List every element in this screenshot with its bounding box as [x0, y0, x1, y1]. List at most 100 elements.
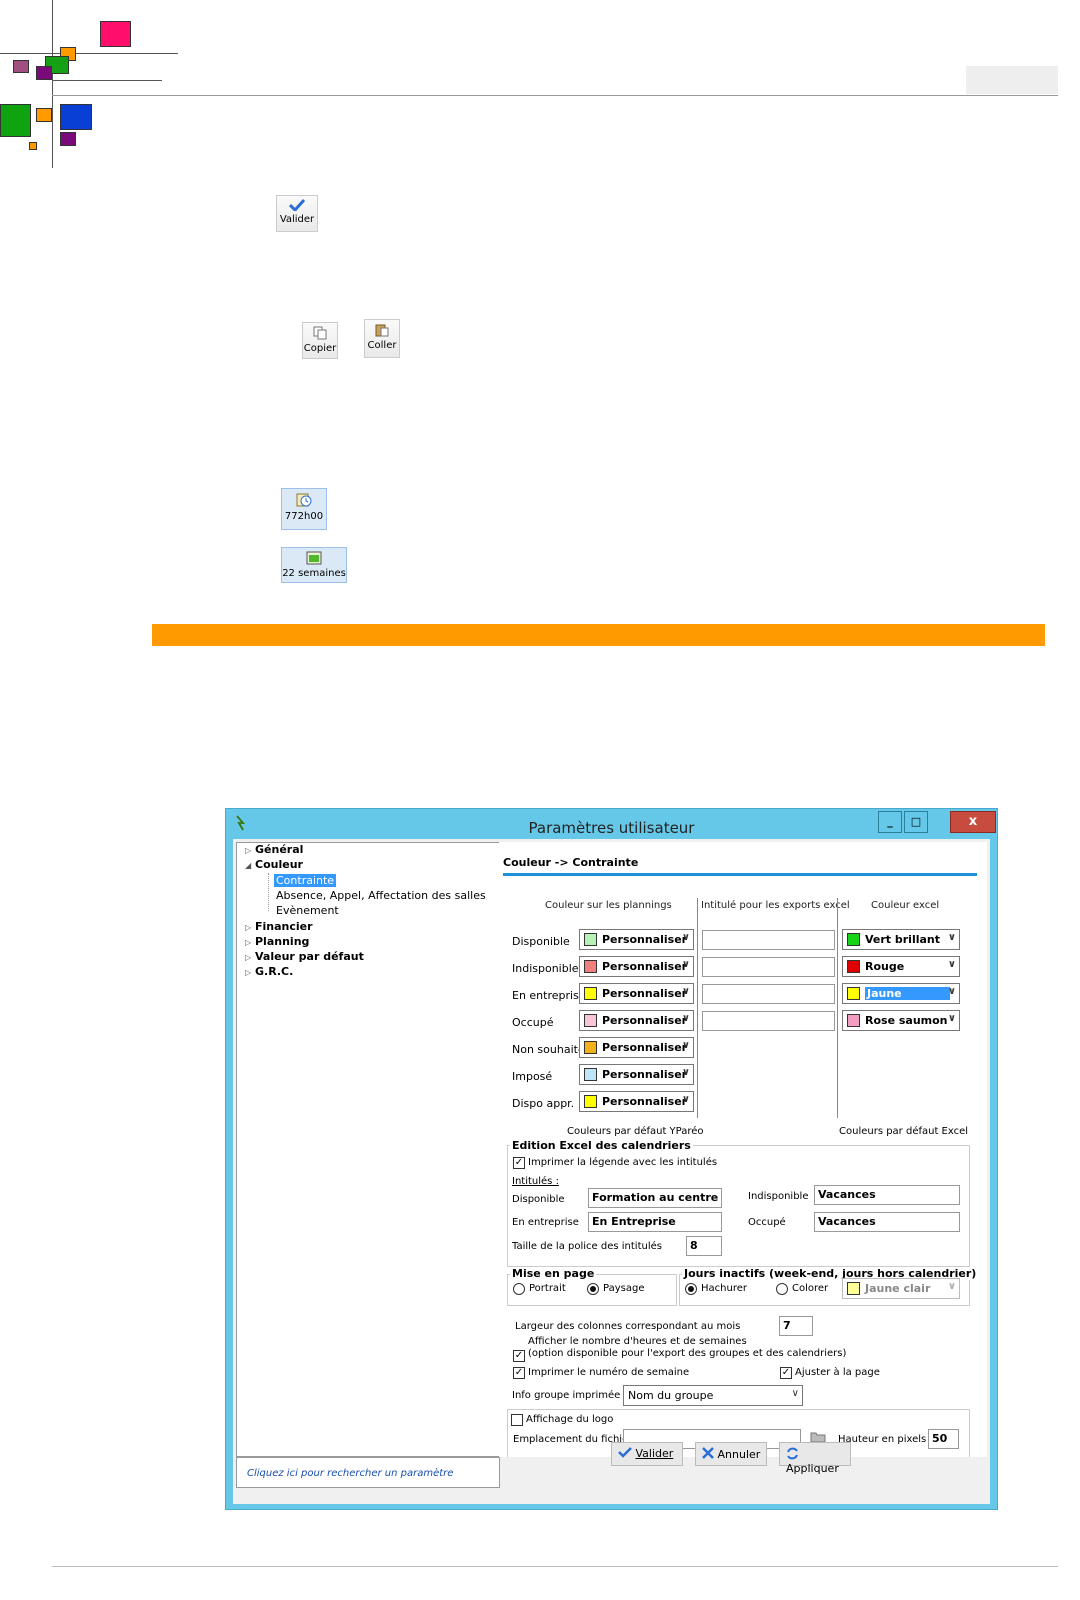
- col-header-plannings: Couleur sur les plannings: [545, 900, 672, 911]
- planning-color-select-disponible[interactable]: Personnaliser ∨: [579, 929, 694, 950]
- logo-checkbox[interactable]: [511, 1414, 523, 1426]
- occupe-title-input[interactable]: Vacances: [814, 1212, 960, 1232]
- en-entreprise-title-input[interactable]: En Entreprise: [588, 1212, 722, 1232]
- page-layout-title: Mise en page: [510, 1267, 597, 1280]
- excel-edition-title: Edition Excel des calendriers: [510, 1139, 693, 1152]
- apply-icon: [787, 1447, 798, 1460]
- logo-square-orange-3: [29, 142, 37, 150]
- column-width-label: Largeur des colonnes correspondant au mo…: [515, 1321, 741, 1332]
- tree-item-general[interactable]: ▷ Général: [245, 843, 303, 856]
- checkmark-icon: [289, 199, 305, 211]
- footer-annuler-button[interactable]: Annuler: [695, 1442, 767, 1466]
- clock-icon: [296, 493, 312, 507]
- colorer-radio[interactable]: [776, 1283, 788, 1295]
- fit-page-checkbox[interactable]: ✓: [780, 1367, 792, 1379]
- coller-button[interactable]: Coller: [364, 319, 400, 358]
- group-info-select[interactable]: Nom du groupe ∨: [623, 1385, 803, 1406]
- weeks-label: 22 semaines: [282, 568, 346, 579]
- logo-square-blue: [60, 104, 92, 130]
- row-label-non-souhaite: Non souhaité: [512, 1043, 585, 1056]
- planning-color-select-indisponible[interactable]: Personnaliser ∨: [579, 956, 694, 977]
- disponible-title-input[interactable]: Formation au centre: [588, 1188, 722, 1208]
- search-parameter-link[interactable]: Cliquez ici pour rechercher un paramètre: [236, 1457, 500, 1488]
- tree-item-couleur[interactable]: ◢ Couleur: [245, 858, 303, 871]
- portrait-radio[interactable]: [513, 1283, 525, 1295]
- maximize-button[interactable]: □: [904, 811, 928, 833]
- weeks-button[interactable]: 22 semaines: [281, 547, 347, 583]
- planning-color-select-occupe[interactable]: Personnaliser ∨: [579, 1010, 694, 1031]
- excel-color-select-indisponible[interactable]: Rouge ∨: [842, 956, 960, 977]
- copier-label: Copier: [303, 343, 337, 354]
- group-info-label: Info groupe imprimée: [512, 1390, 621, 1401]
- footer-appliquer-button[interactable]: Appliquer: [779, 1442, 851, 1475]
- row-label-impose: Imposé: [512, 1070, 553, 1083]
- cancel-x-icon: [702, 1447, 714, 1459]
- paysage-radio[interactable]: [587, 1283, 599, 1295]
- valider-button[interactable]: Valider: [276, 195, 318, 232]
- planning-color-select-en-entreprise[interactable]: Personnaliser ∨: [579, 983, 694, 1004]
- export-label-input-occupe[interactable]: [702, 1011, 835, 1031]
- expand-arrow-icon: ▷: [245, 938, 252, 947]
- chevron-down-icon: ∨: [681, 986, 690, 997]
- show-hours-checkbox[interactable]: ✓: [513, 1350, 525, 1362]
- print-legend-checkbox[interactable]: ✓: [513, 1157, 525, 1169]
- minimize-button[interactable]: _: [878, 811, 902, 833]
- planning-color-select-dispo-appr[interactable]: Personnaliser ∨: [579, 1091, 694, 1112]
- tree-item-absence[interactable]: Absence, Appel, Affectation des salles: [276, 889, 486, 902]
- excel-color-select-occupe[interactable]: Rose saumon ∨: [842, 1010, 960, 1031]
- default-excel-colors-link[interactable]: Couleurs par défaut Excel: [839, 1126, 968, 1137]
- disponible-label: Disponible: [512, 1194, 565, 1205]
- paste-icon: [375, 324, 389, 337]
- row-label-en-entreprise: En entreprise: [512, 989, 586, 1002]
- default-yp-colors-link[interactable]: Couleurs par défaut YParéo: [567, 1126, 704, 1137]
- color-chip: [584, 1041, 597, 1054]
- paysage-label: Paysage: [603, 1283, 645, 1294]
- col-header-exports: Intitulé pour les exports excel: [701, 900, 850, 911]
- footer-valider-button[interactable]: Valider: [611, 1442, 683, 1466]
- occupe-label: Occupé: [748, 1217, 786, 1228]
- column-width-input[interactable]: 7: [779, 1316, 813, 1336]
- header-horizontal-line-top: [0, 53, 178, 54]
- color-chip: [847, 987, 860, 1000]
- close-button[interactable]: x: [950, 811, 996, 833]
- tree-guide-line: [268, 873, 270, 911]
- tree-item-contrainte[interactable]: Contrainte: [274, 874, 337, 887]
- window-client: ▷ Général ◢ Couleur Contrainte Absence, Ap…: [233, 839, 990, 1504]
- collapse-arrow-icon: ◢: [245, 861, 252, 870]
- row-label-disponible: Disponible: [512, 935, 570, 948]
- show-hours-label: Afficher le nombre d'heures et de semain…: [528, 1336, 747, 1347]
- color-chip: [584, 1095, 597, 1108]
- inactive-color-select[interactable]: Jaune clair ∨: [842, 1278, 960, 1299]
- tree-item-evenement[interactable]: Evènement: [276, 904, 339, 917]
- print-week-checkbox[interactable]: ✓: [513, 1367, 525, 1379]
- planning-color-select-impose[interactable]: Personnaliser ∨: [579, 1064, 694, 1085]
- export-label-input-indisponible[interactable]: [702, 957, 835, 977]
- color-chip: [584, 960, 597, 973]
- tree-item-financier[interactable]: ▷ Financier: [245, 920, 313, 933]
- chevron-down-icon: ∨: [947, 959, 956, 970]
- tree-item-valeur-par-defaut[interactable]: ▷ Valeur par défaut: [245, 950, 364, 963]
- color-chip: [847, 1014, 860, 1027]
- tree-item-planning[interactable]: ▷ Planning: [245, 935, 309, 948]
- height-input[interactable]: 50: [928, 1429, 959, 1449]
- column-separator-2: [837, 898, 838, 1118]
- copier-button[interactable]: Copier: [302, 322, 338, 359]
- hachurer-radio[interactable]: [685, 1283, 697, 1295]
- tree-item-grc[interactable]: ▷ G.R.C.: [245, 965, 293, 978]
- chevron-down-icon: ∨: [947, 1281, 956, 1292]
- indisponible-title-input[interactable]: Vacances: [814, 1185, 960, 1205]
- export-label-input-en-entreprise[interactable]: [702, 984, 835, 1004]
- valider-label: Valider: [279, 214, 315, 225]
- footer-rule: [52, 1566, 1058, 1567]
- print-week-label: Imprimer le numéro de semaine: [528, 1367, 690, 1378]
- excel-color-select-en-entreprise[interactable]: Jaune ∨: [842, 983, 960, 1004]
- font-size-input[interactable]: 8: [686, 1236, 722, 1256]
- hours-button[interactable]: 772h00: [281, 488, 327, 530]
- planning-color-select-non-souhaite[interactable]: Personnaliser ∨: [579, 1037, 694, 1058]
- export-label-input-disponible[interactable]: [702, 930, 835, 950]
- header-horizontal-line: [52, 80, 162, 81]
- chevron-down-icon: ∨: [791, 1388, 799, 1399]
- settings-window: Paramètres utilisateur _ □ x ▷ Général ◢ C…: [225, 808, 998, 1510]
- header-rule: [52, 95, 1058, 96]
- excel-color-select-disponible[interactable]: Vert brillant ∨: [842, 929, 960, 950]
